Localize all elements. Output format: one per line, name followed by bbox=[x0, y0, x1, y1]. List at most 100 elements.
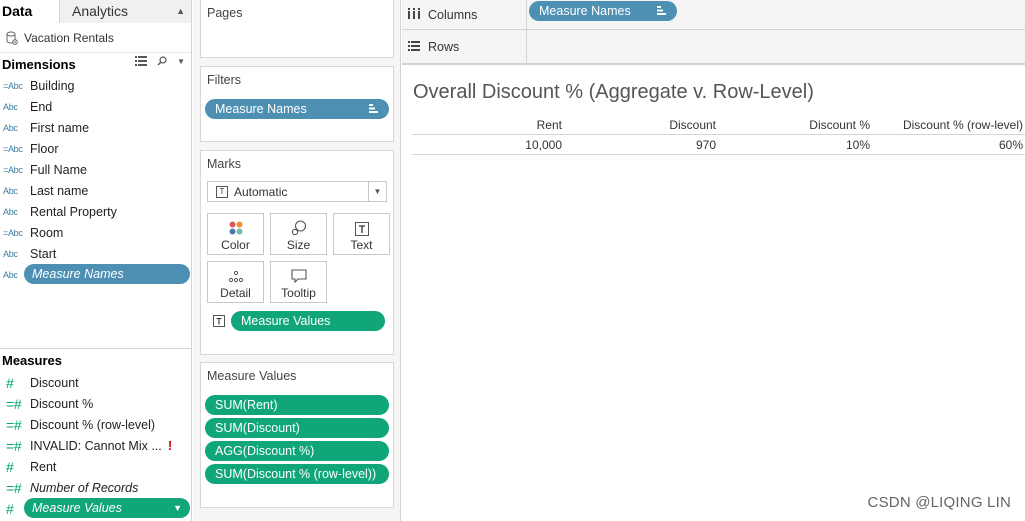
field-name: Discount % bbox=[30, 396, 94, 411]
row-divider bbox=[412, 154, 1025, 155]
measure-values-card: Measure Values SUM(Rent) SUM(Discount) A… bbox=[200, 362, 394, 508]
measure-field[interactable]: =# Discount % bbox=[0, 393, 191, 414]
view-title[interactable]: Overall Discount % (Aggregate v. Row-Lev… bbox=[413, 81, 814, 104]
mark-type-dropdown[interactable]: T Automatic ▼ bbox=[207, 181, 387, 202]
tab-data[interactable]: Data bbox=[0, 0, 60, 23]
measure-values-title: Measure Values bbox=[207, 369, 297, 383]
table-cell-rent[interactable]: 10,000 bbox=[525, 138, 562, 152]
calculated-number-icon: =# bbox=[6, 479, 22, 496]
filter-pill-measure-names[interactable]: Measure Names bbox=[205, 99, 389, 119]
field-name: Start bbox=[30, 246, 57, 261]
detail-icon bbox=[208, 262, 263, 284]
measure-field[interactable]: =# Number of Records bbox=[0, 477, 191, 498]
field-name: Room bbox=[30, 225, 64, 240]
field-name: Last name bbox=[30, 183, 89, 198]
data-pane: Data Analytics ▲ Vacation Rentals Dimens… bbox=[0, 0, 192, 521]
number-type-icon: # bbox=[6, 500, 14, 517]
dimension-field[interactable]: =Abc Building bbox=[0, 75, 191, 96]
tooltip-button[interactable]: Tooltip bbox=[270, 261, 327, 303]
filters-title: Filters bbox=[207, 73, 242, 87]
rows-shelf[interactable]: Rows bbox=[402, 30, 1025, 64]
column-header-rent[interactable]: Rent bbox=[537, 118, 562, 132]
measure-values-pill[interactable]: AGG(Discount %) bbox=[205, 441, 389, 461]
marks-title: Marks bbox=[207, 157, 242, 171]
mark-button-label: Tooltip bbox=[281, 286, 316, 300]
field-pill-label: Measure Values bbox=[32, 501, 122, 515]
marks-pill-measure-values[interactable]: Measure Values bbox=[231, 311, 385, 331]
column-header-discount-pct-row-level[interactable]: Discount % (row-level) bbox=[903, 118, 1023, 132]
calculated-number-icon: =# bbox=[6, 437, 22, 454]
search-icon[interactable] bbox=[157, 56, 167, 69]
sort-icon bbox=[657, 6, 666, 15]
datasource-name: Vacation Rentals bbox=[24, 30, 114, 45]
dimension-field[interactable]: =Abc Room bbox=[0, 222, 191, 243]
color-button[interactable]: Color bbox=[207, 213, 264, 255]
calculated-number-icon: =# bbox=[6, 416, 22, 433]
mark-button-label: Color bbox=[221, 238, 250, 252]
tab-analytics[interactable]: Analytics ▲ bbox=[60, 0, 191, 23]
field-name: Floor bbox=[30, 141, 59, 156]
measure-values-pill[interactable]: SUM(Discount) bbox=[205, 418, 389, 438]
shelves-column: Pages Filters Measure Names Marks T Auto… bbox=[193, 0, 401, 521]
dimension-field-measure-names[interactable]: Abc Measure Names bbox=[0, 264, 191, 285]
string-type-icon: Abc bbox=[3, 185, 18, 196]
color-icon bbox=[208, 214, 263, 236]
measure-field-invalid[interactable]: =# INVALID: Cannot Mix ...! bbox=[0, 435, 191, 456]
string-type-icon: Abc bbox=[3, 248, 18, 259]
pages-title: Pages bbox=[207, 6, 243, 20]
header-divider bbox=[412, 134, 1025, 135]
dimension-field[interactable]: =Abc Floor bbox=[0, 138, 191, 159]
measure-values-pill[interactable]: SUM(Rent) bbox=[205, 395, 389, 415]
pill-label: Measure Names bbox=[215, 102, 307, 116]
chevron-down-icon[interactable]: ▼ bbox=[368, 182, 386, 201]
columns-label: Columns bbox=[428, 8, 478, 22]
pages-card[interactable]: Pages bbox=[200, 0, 394, 58]
text-icon bbox=[334, 214, 389, 236]
dimension-field[interactable]: =Abc Full Name bbox=[0, 159, 191, 180]
datasource-row[interactable]: Vacation Rentals bbox=[0, 23, 191, 53]
dimension-field[interactable]: Abc First name bbox=[0, 117, 191, 138]
list-view-icon[interactable] bbox=[135, 56, 148, 69]
measure-field[interactable]: =# Discount % (row-level) bbox=[0, 414, 191, 435]
measure-values-pill[interactable]: SUM(Discount % (row-level)) bbox=[205, 464, 389, 484]
chevron-down-icon[interactable]: ▼ bbox=[173, 503, 182, 513]
string-type-icon: =Abc bbox=[3, 143, 23, 154]
measure-values-field-pill[interactable]: Measure Values ▼ bbox=[24, 498, 190, 518]
measure-names-field-pill[interactable]: Measure Names bbox=[24, 264, 190, 284]
dimension-field[interactable]: Abc Rental Property bbox=[0, 201, 191, 222]
field-name: Rental Property bbox=[30, 204, 117, 219]
dimension-field[interactable]: Abc Last name bbox=[0, 180, 191, 201]
chevron-down-icon[interactable]: ▼ bbox=[177, 56, 185, 69]
table-cell-discount-pct[interactable]: 10% bbox=[846, 138, 870, 152]
measures-section: Measures # Discount =# Discount % =# Discou… bbox=[0, 348, 191, 519]
database-icon bbox=[6, 31, 18, 45]
field-name: Building bbox=[30, 78, 75, 93]
text-mark-icon: T bbox=[216, 185, 228, 198]
text-button[interactable]: Text bbox=[333, 213, 390, 255]
dimension-field[interactable]: Abc Start bbox=[0, 243, 191, 264]
number-type-icon: # bbox=[6, 374, 14, 391]
mark-button-label: Detail bbox=[220, 286, 251, 300]
mark-type-label: Automatic bbox=[234, 184, 288, 199]
filters-card[interactable]: Filters Measure Names bbox=[200, 66, 394, 142]
size-button[interactable]: Size bbox=[270, 213, 327, 255]
field-name: Discount bbox=[30, 375, 79, 390]
table-cell-discount-pct-row-level[interactable]: 60% bbox=[999, 138, 1023, 152]
field-name: End bbox=[30, 99, 53, 114]
field-name: Full Name bbox=[30, 162, 87, 177]
dimension-field[interactable]: Abc End bbox=[0, 96, 191, 117]
measure-field-measure-values[interactable]: # Measure Values ▼ bbox=[0, 498, 191, 519]
tab-analytics-label: Analytics bbox=[72, 3, 129, 19]
measure-field[interactable]: # Discount bbox=[0, 372, 191, 393]
measure-field[interactable]: # Rent bbox=[0, 456, 191, 477]
calculated-number-icon: =# bbox=[6, 395, 22, 412]
up-down-arrows-icon[interactable]: ▲ bbox=[176, 0, 185, 22]
table-cell-discount[interactable]: 970 bbox=[696, 138, 716, 152]
column-header-discount[interactable]: Discount bbox=[669, 118, 716, 132]
detail-button[interactable]: Detail bbox=[207, 261, 264, 303]
warning-icon: ! bbox=[168, 438, 173, 453]
columns-shelf[interactable]: Columns Measure Names bbox=[402, 0, 1025, 30]
column-header-discount-pct[interactable]: Discount % bbox=[809, 118, 870, 132]
columns-pill-measure-names[interactable]: Measure Names bbox=[529, 1, 677, 21]
tooltip-icon bbox=[271, 262, 326, 284]
